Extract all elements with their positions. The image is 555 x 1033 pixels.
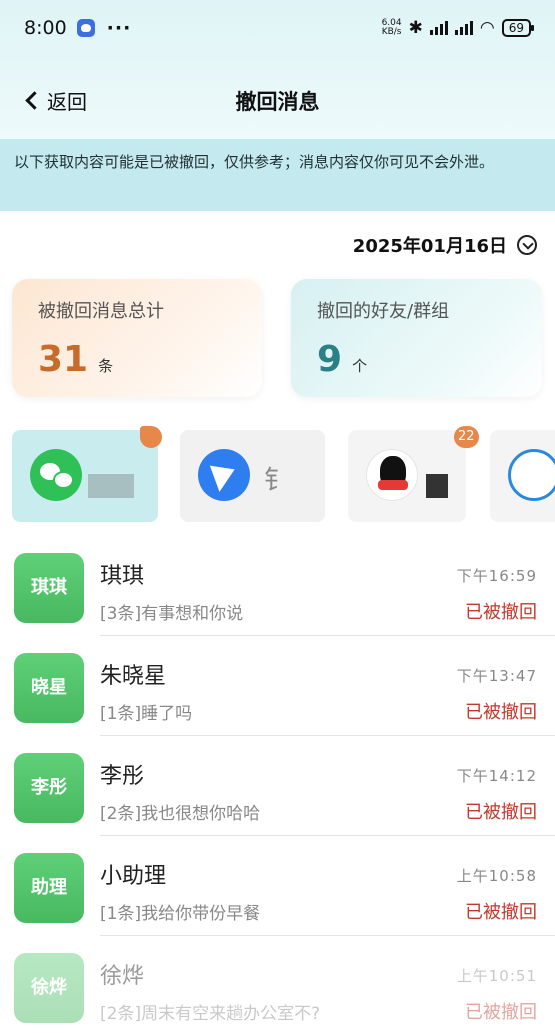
app-name-partial: 钅	[264, 466, 291, 496]
avatar: 助理	[14, 853, 84, 923]
avatar: 李彤	[14, 753, 84, 823]
revoked-contacts-card: 撤回的好友/群组 9 个	[291, 279, 542, 397]
unread-badge: 22	[454, 426, 479, 448]
app-name-blurred	[426, 474, 448, 498]
qq-logo-icon	[366, 449, 418, 501]
revoked-total-value: 31	[38, 339, 89, 380]
contact-name: 琪琪	[100, 564, 145, 589]
status-bar: 8:00 ··· 6.04 KB/s ✱ ◠ 69	[0, 0, 555, 56]
dingtalk-logo-icon	[198, 449, 250, 501]
revoked-total-label: 被撤回消息总计	[38, 301, 164, 322]
message-preview: [3条]有事想和你说	[100, 604, 244, 624]
date-picker[interactable]: 2025年01月16日	[353, 232, 537, 258]
app-tab-dingtalk[interactable]: 钅	[180, 430, 325, 522]
chat-bubble-logo-icon	[508, 449, 555, 501]
message-preview: [1条]睡了吗	[100, 704, 193, 724]
message-row[interactable]: 李彤 李彤 [2条]我也很想你哈哈 下午14:12 已被撤回	[0, 736, 555, 836]
status-indicators: 6.04 KB/s ✱ ◠ 69	[381, 18, 535, 38]
notification-app-icon	[76, 19, 95, 37]
wechat-logo-icon	[30, 449, 82, 501]
signal-strength-icon	[429, 21, 448, 35]
message-time: 下午14:12	[456, 767, 537, 785]
contact-name: 李彤	[100, 764, 145, 789]
revoked-status: 已被撤回	[465, 602, 537, 623]
avatar: 晓星	[14, 653, 84, 723]
message-time: 下午16:59	[456, 567, 537, 585]
avatar: 琪琪	[14, 553, 84, 623]
network-speed: 6.04 KB/s	[381, 18, 402, 37]
status-time: 8:00	[24, 17, 67, 39]
revoked-status: 已被撤回	[465, 1002, 537, 1023]
bluetooth-icon: ✱	[408, 18, 423, 38]
app-name-blurred	[88, 474, 134, 498]
unread-badge	[140, 426, 162, 448]
wifi-icon: ◠	[479, 18, 495, 38]
app-tab-other[interactable]	[490, 430, 555, 522]
revoked-contacts-label: 撤回的好友/群组	[317, 301, 450, 322]
privacy-notice: 以下获取内容可能是已被撤回，仅供参考；消息内容仅你可见不会外泄。	[0, 139, 555, 211]
navigation-bar: 返回 撤回消息	[0, 70, 555, 130]
chevron-down-circle-icon	[517, 235, 537, 255]
page-title: 撤回消息	[235, 90, 320, 114]
message-time: 上午10:51	[456, 967, 537, 985]
message-row[interactable]: 晓星 朱晓星 [1条]睡了吗 下午13:47 已被撤回	[0, 636, 555, 736]
app-tab-qq[interactable]: 22	[348, 426, 479, 522]
app-tab-wechat[interactable]	[12, 426, 162, 522]
revoked-contacts-value: 9	[317, 339, 343, 380]
revoked-total-unit: 条	[98, 357, 114, 375]
message-row[interactable]: 徐烨 徐烨 [2条]周末有空来趟办公室不? 上午10:51 已被撤回	[0, 936, 555, 1033]
revoked-status: 已被撤回	[465, 802, 537, 823]
message-preview: [2条]我也很想你哈哈	[100, 804, 261, 824]
selected-date: 2025年01月16日	[352, 236, 507, 257]
battery-indicator: 69	[501, 19, 535, 37]
contact-name: 小助理	[100, 864, 167, 889]
revoked-contacts-unit: 个	[352, 357, 368, 375]
contact-name: 徐烨	[100, 964, 145, 989]
more-notifications-icon: ···	[106, 17, 132, 39]
message-preview: [2条]周末有空来趟办公室不?	[100, 1004, 321, 1024]
contact-name: 朱晓星	[100, 664, 167, 689]
avatar: 徐烨	[14, 953, 84, 1023]
message-row[interactable]: 助理 小助理 [1条]我给你带份早餐 上午10:58 已被撤回	[0, 836, 555, 936]
message-time: 上午10:58	[456, 867, 537, 885]
message-preview: [1条]我给你带份早餐	[100, 904, 261, 924]
revoked-total-card: 被撤回消息总计 31 条	[12, 279, 262, 397]
message-time: 下午13:47	[456, 667, 537, 685]
revoked-status: 已被撤回	[465, 902, 537, 923]
signal-strength-icon-2	[454, 21, 473, 35]
revoked-status: 已被撤回	[465, 702, 537, 723]
message-row[interactable]: 琪琪 琪琪 [3条]有事想和你说 下午16:59 已被撤回	[0, 536, 555, 636]
